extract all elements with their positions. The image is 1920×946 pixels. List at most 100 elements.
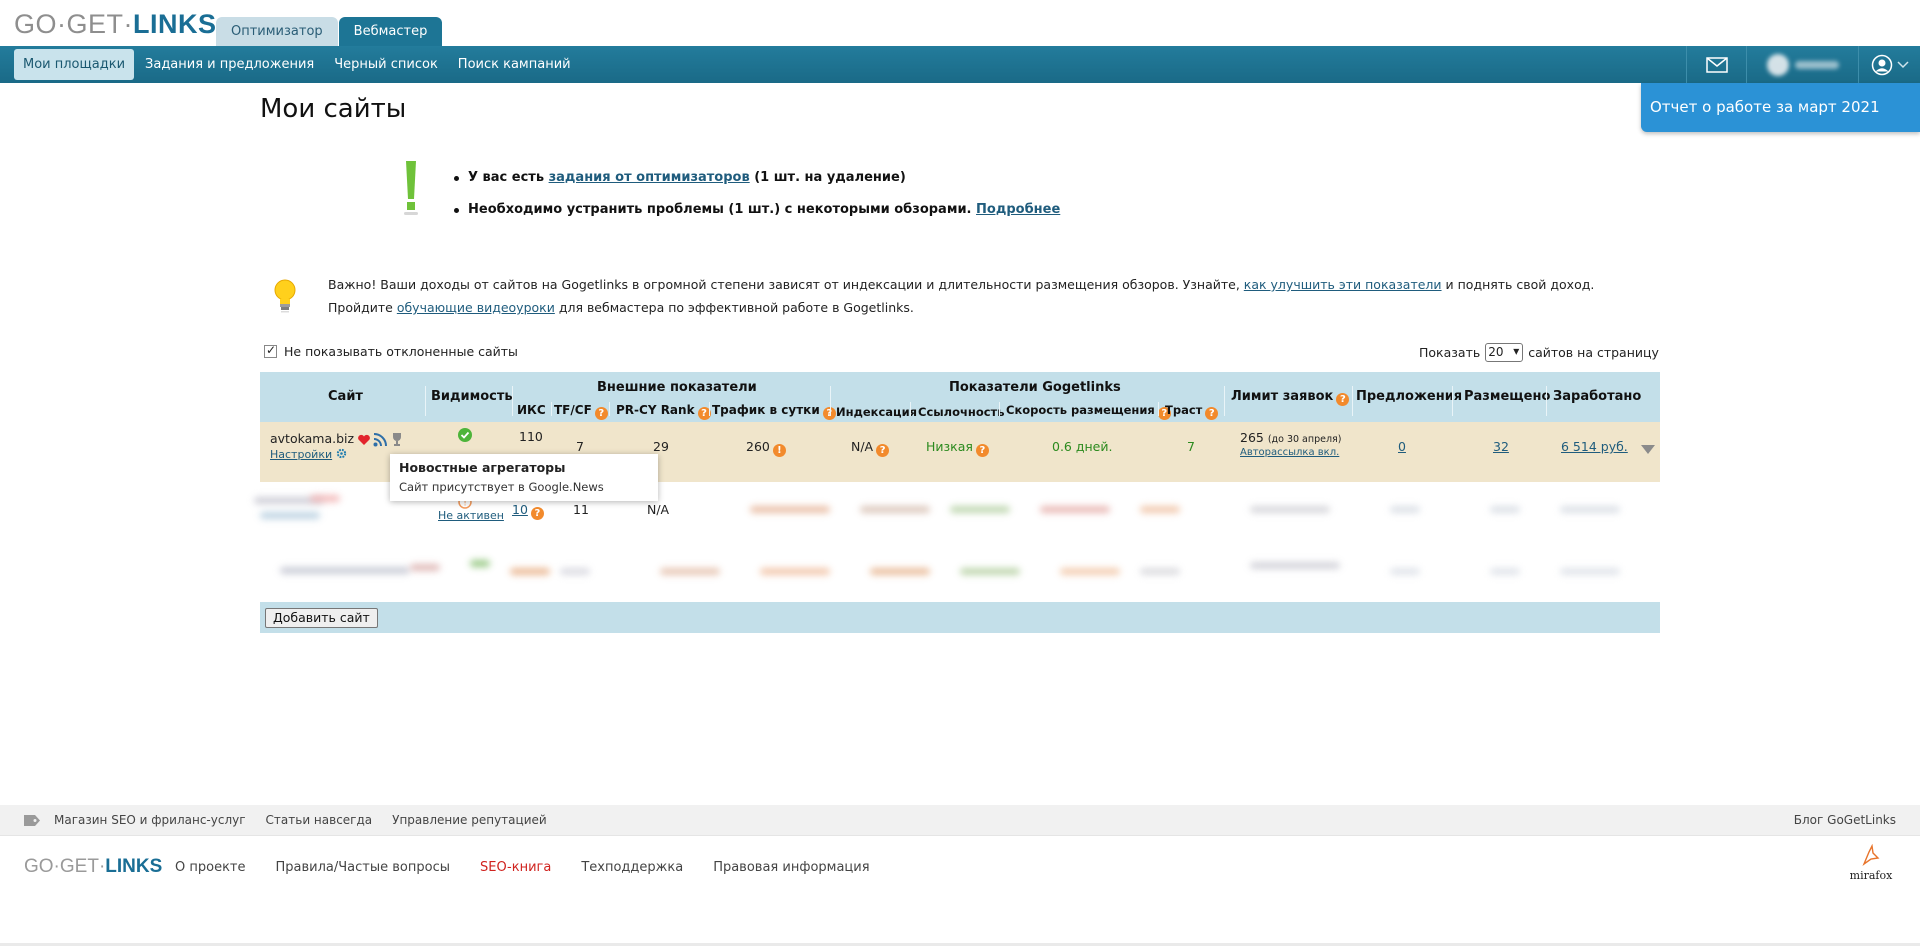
footer-link-seo-shop[interactable]: Магазин SEO и фриланс-услуг	[54, 813, 246, 827]
nav-blacklist[interactable]: Черный список	[325, 49, 447, 80]
balance-dropdown[interactable]	[1746, 46, 1858, 83]
info-icon[interactable]: !	[772, 444, 786, 457]
logo[interactable]: GO·GET·LINKS	[14, 9, 217, 40]
balance-blurred	[1766, 53, 1839, 76]
col-placed: Размещено	[1464, 389, 1551, 404]
expand-row-icon[interactable]	[1641, 445, 1655, 454]
alerts-list: У вас есть задания от оптимизаторов (1 ш…	[452, 170, 1060, 234]
col-traffic: Трафик в сутки?	[712, 403, 836, 420]
col-tfcf: TF/CF?	[554, 403, 608, 420]
details-link[interactable]: Подробнее	[976, 202, 1060, 217]
nav-tasks-offers[interactable]: Задания и предложения	[136, 49, 323, 80]
improve-metrics-link[interactable]: как улучшить эти показатели	[1244, 277, 1442, 292]
col-speed: Скорость размещения?	[1006, 403, 1171, 420]
hide-rejected-checkbox[interactable]	[264, 343, 277, 358]
mirafox-logo[interactable]: mirafox	[1848, 843, 1894, 886]
footer-link-blog[interactable]: Блог GoGetLinks	[1794, 813, 1896, 827]
site-domain[interactable]: avtokama.biz	[270, 431, 354, 446]
table-header: Сайт Видимость Внешние показатели ИКС TF…	[260, 372, 1660, 422]
messages-button[interactable]	[1686, 46, 1746, 83]
help-icon[interactable]: ?	[975, 444, 989, 457]
footer-main: GO·GET·LINKS О проекте Правила/Частые во…	[0, 835, 1920, 946]
indexing-value: N/A?	[851, 439, 890, 457]
offers-link[interactable]: 0	[1398, 439, 1406, 454]
tfcf-value: 7	[576, 439, 584, 454]
tfcf-value: 11	[573, 502, 589, 517]
footer-link-legal[interactable]: Правовая информация	[713, 860, 869, 875]
check-circle-icon	[458, 428, 472, 442]
fox-icon	[1862, 843, 1880, 866]
col-limit: Лимит заявок?	[1231, 389, 1350, 406]
footer-link-rules[interactable]: Правила/Частые вопросы	[276, 860, 450, 875]
col-visibility: Видимость	[431, 389, 513, 404]
site-settings[interactable]: Настройки	[270, 448, 347, 461]
top-header: GO·GET·LINKS Оптимизатор Вебмастер	[0, 0, 1920, 46]
lightbulb-icon	[274, 279, 296, 313]
col-site: Сайт	[328, 389, 363, 404]
gear-icon	[336, 448, 346, 459]
nav-campaign-search[interactable]: Поиск кампаний	[449, 49, 580, 80]
footer-links: О проекте Правила/Частые вопросы SEO-кни…	[175, 860, 900, 875]
col-prcy: PR-CY Rank?	[616, 403, 711, 420]
footer-link-support[interactable]: Техподдержка	[581, 860, 683, 875]
col-linkage: Ссылочность	[918, 405, 1005, 419]
traffic-value: 260!	[746, 439, 786, 457]
col-offers: Предложения	[1356, 389, 1463, 404]
tab-webmaster[interactable]: Вебмастер	[338, 17, 443, 46]
hide-rejected-filter[interactable]: Не показывать отклоненные сайты	[264, 343, 518, 359]
trust-value: 7	[1187, 439, 1195, 454]
heart-icon[interactable]	[357, 434, 371, 446]
help-icon[interactable]: ?	[876, 444, 890, 457]
main-nav: Мои площадки Задания и предложения Черны…	[0, 46, 1920, 83]
add-site-button[interactable]: Добавить сайт	[265, 608, 378, 628]
inactive-status-link[interactable]: Не активен	[438, 509, 504, 522]
report-banner[interactable]: Отчет о работе за март 2021	[1641, 83, 1920, 132]
linkage-value: Низкая?	[926, 439, 989, 457]
alert-item-problems: Необходимо устранить проблемы (1 шт.) с …	[452, 202, 1060, 234]
prcy-value: 29	[653, 439, 669, 454]
limit-value: 265 (до 30 апреля)	[1240, 430, 1342, 445]
help-icon[interactable]: ?	[530, 507, 544, 520]
autosend-link[interactable]: Авторассылка вкл.	[1240, 447, 1339, 458]
profile-dropdown[interactable]	[1858, 46, 1920, 83]
tab-optimizer[interactable]: Оптимизатор	[216, 17, 338, 46]
table-row	[260, 542, 1660, 602]
tag-icon	[24, 814, 40, 826]
help-icon[interactable]: ?	[594, 407, 608, 420]
footer-link-forever-articles[interactable]: Статьи навсегда	[266, 813, 373, 827]
rss-icon[interactable]	[373, 433, 387, 447]
footer-link-seo-book[interactable]: SEO-книга	[480, 860, 551, 875]
role-tabs: Оптимизатор Вебмастер	[216, 17, 443, 46]
help-icon[interactable]: ?	[1336, 393, 1350, 406]
table-footer: Добавить сайт	[260, 602, 1660, 633]
col-group-external: Внешние показатели	[597, 380, 757, 395]
placed-link[interactable]: 32	[1493, 439, 1509, 454]
speed-value: 0.6 дней.	[1052, 439, 1113, 454]
col-group-gogetlinks: Показатели Gogetlinks	[949, 380, 1121, 395]
alert-item-tasks: У вас есть задания от оптимизаторов (1 ш…	[452, 170, 1060, 202]
page-title: Мои сайты	[260, 94, 407, 124]
trophy-icon[interactable]	[390, 432, 404, 447]
earned-link[interactable]: 6 514 руб.	[1561, 439, 1628, 454]
footer-logo[interactable]: GO·GET·LINKS	[24, 856, 162, 878]
news-aggregators-tooltip: Новостные агрегаторы Сайт присутствует в…	[390, 454, 658, 501]
col-iks: ИКС	[517, 403, 546, 417]
chevron-down-icon	[1896, 60, 1909, 68]
footer-link-about[interactable]: О проекте	[175, 860, 246, 875]
col-trust: Траст?	[1165, 403, 1219, 420]
user-icon	[1871, 54, 1892, 75]
optimizer-tasks-link[interactable]: задания от оптимизаторов	[549, 170, 750, 185]
exclamation-icon	[404, 161, 418, 215]
tip-text: Важно! Ваши доходы от сайтов на Gogetlin…	[328, 277, 1595, 315]
video-lessons-link[interactable]: обучающие видеоуроки	[397, 300, 555, 315]
per-page-control: Показать 20 сайтов на страницу	[1419, 343, 1659, 362]
envelope-icon	[1705, 56, 1728, 73]
help-icon[interactable]: ?	[1205, 407, 1219, 420]
prcy-value: N/A	[647, 502, 670, 517]
footer-link-reputation[interactable]: Управление репутацией	[392, 813, 547, 827]
col-earned: Заработано	[1553, 389, 1642, 404]
per-page-select[interactable]: 20	[1485, 343, 1524, 362]
footer-services: Магазин SEO и фриланс-услуг Статьи навсе…	[0, 805, 1920, 835]
nav-my-sites[interactable]: Мои площадки	[14, 49, 135, 80]
iks-value: 110	[519, 429, 543, 444]
